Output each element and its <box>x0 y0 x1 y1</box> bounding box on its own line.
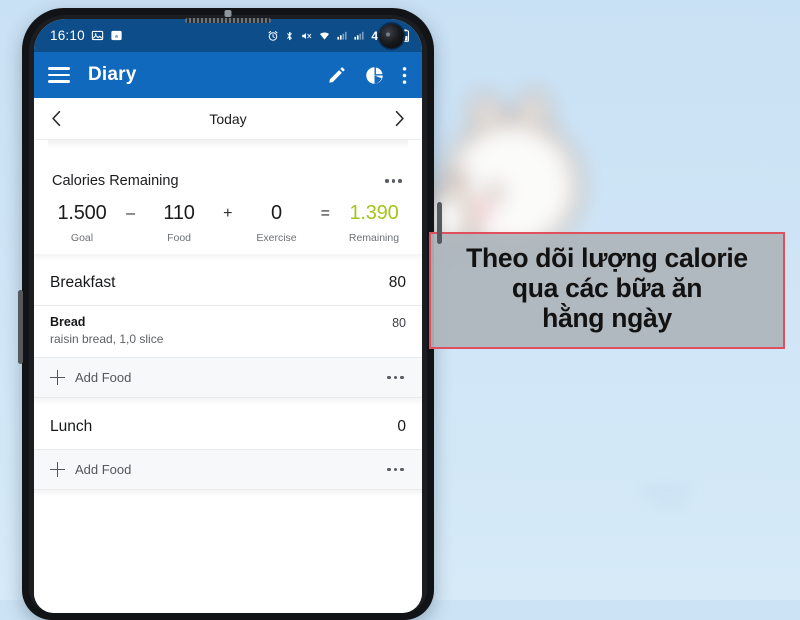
background-blotch <box>640 486 692 495</box>
operator-minus: – <box>126 205 135 222</box>
meal-calories: 80 <box>388 274 406 291</box>
add-food-label: Add Food <box>75 462 132 477</box>
operator-plus: + <box>223 205 233 222</box>
more-horizontal-icon[interactable] <box>385 372 406 384</box>
mascot-eye <box>454 173 465 186</box>
proximity-sensor <box>224 10 232 17</box>
calorie-stat-label: Food <box>167 232 191 244</box>
promo-caption-box: Theo dõi lượng calorie qua các bữa ăn hằ… <box>429 232 785 349</box>
status-bar: 16:10 a <box>34 19 422 52</box>
previous-day-button[interactable] <box>50 110 63 127</box>
food-item-text: Bread raisin bread, 1,0 slice <box>50 315 392 346</box>
add-food-row-lunch[interactable]: Add Food <box>34 449 422 490</box>
meal-name: Lunch <box>50 418 93 435</box>
mute-icon <box>300 30 313 42</box>
card-top-shadow <box>48 140 408 149</box>
signal-icon-2 <box>353 30 365 41</box>
pencil-icon[interactable] <box>327 65 347 85</box>
svg-text:a: a <box>115 34 118 39</box>
volume-button[interactable] <box>18 290 23 364</box>
calorie-stat-label: Exercise <box>256 232 297 244</box>
calorie-stat-value: 0 <box>271 202 282 224</box>
section-divider <box>34 254 422 261</box>
calories-remaining-card: Calories Remaining 1.500 Goal – 110 Food <box>34 149 422 254</box>
calorie-stat-value: 110 <box>163 202 195 224</box>
calories-card-title: Calories Remaining <box>52 173 179 189</box>
food-item-name: Bread <box>50 315 86 329</box>
calorie-stat-label: Goal <box>70 232 94 244</box>
food-list-item[interactable]: Bread raisin bread, 1,0 slice 80 <box>34 306 422 357</box>
plus-icon <box>50 462 65 477</box>
phone-device-frame: 16:10 a Diary Today Calories Remaining 1… <box>22 8 434 620</box>
more-horizontal-icon[interactable] <box>383 175 404 187</box>
add-food-row-breakfast[interactable]: Add Food <box>34 357 422 398</box>
earpiece-speaker <box>185 18 271 23</box>
food-item-description: raisin bread, 1,0 slice <box>50 332 164 346</box>
mascot-nose <box>488 187 501 198</box>
page-title: Diary <box>88 64 137 85</box>
hamburger-icon[interactable] <box>48 67 70 83</box>
app-bar-actions <box>327 65 410 86</box>
signal-icon <box>336 30 348 41</box>
calorie-stat-goal: 1.500 Goal <box>56 202 108 244</box>
app-bar: Diary <box>34 52 422 98</box>
wifi-icon <box>318 30 331 42</box>
current-date-label: Today <box>209 110 247 127</box>
calorie-stat-label: Remaining <box>348 232 400 244</box>
more-horizontal-icon[interactable] <box>385 464 406 476</box>
meal-header-breakfast[interactable]: Breakfast 80 <box>34 261 422 305</box>
next-day-button[interactable] <box>393 110 406 127</box>
calorie-stat-value: 1.500 <box>57 202 107 224</box>
diary-scroll-area[interactable]: Calories Remaining 1.500 Goal – 110 Food <box>34 140 422 613</box>
pie-chart-icon[interactable] <box>364 65 385 86</box>
phone-screen: 16:10 a Diary Today Calories Remaining 1… <box>34 19 422 613</box>
calories-card-header: Calories Remaining <box>52 173 404 189</box>
calories-summary-row: 1.500 Goal – 110 Food + 0 Exercise = 1.3… <box>52 202 404 244</box>
calorie-stat-exercise: 0 Exercise <box>251 202 303 244</box>
meal-calories: 0 <box>397 418 406 435</box>
promo-caption-text: Theo dõi lượng calorie qua các bữa ăn hằ… <box>466 243 748 334</box>
date-navigation-bar: Today <box>34 98 422 140</box>
power-button[interactable] <box>437 202 442 244</box>
status-bar-left: 16:10 a <box>50 28 123 43</box>
image-icon <box>91 29 104 42</box>
calorie-stat-food: 110 Food <box>153 202 205 244</box>
meal-header-lunch[interactable]: Lunch 0 <box>34 405 422 449</box>
status-bar-clock: 16:10 <box>50 28 85 43</box>
plus-icon <box>50 370 65 385</box>
section-divider <box>34 490 422 497</box>
operator-equals: = <box>320 205 330 222</box>
calorie-stat-remaining: 1.390 Remaining <box>348 202 400 244</box>
background-blotch <box>652 500 686 507</box>
add-food-label: Add Food <box>75 370 132 385</box>
phone-bezel: 16:10 a Diary Today Calories Remaining 1… <box>29 15 427 613</box>
calorie-stat-value: 1.390 <box>349 202 399 224</box>
more-vertical-icon[interactable] <box>402 66 407 85</box>
section-divider <box>34 398 422 405</box>
bluetooth-icon <box>284 30 295 42</box>
front-camera-punch-hole <box>379 23 404 48</box>
alarm-icon <box>267 30 279 42</box>
meal-name: Breakfast <box>50 274 116 291</box>
app-notification-icon: a <box>110 29 123 42</box>
food-item-calories: 80 <box>392 316 406 330</box>
